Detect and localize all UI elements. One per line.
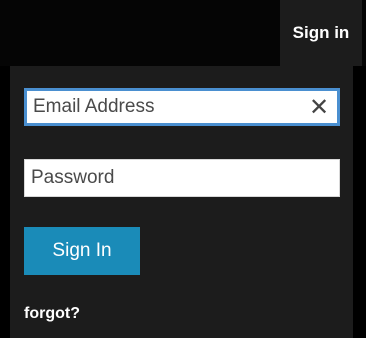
password-input[interactable] bbox=[25, 160, 339, 196]
forgot-password-link[interactable]: forgot? bbox=[24, 305, 80, 323]
close-icon[interactable]: ✕ bbox=[301, 91, 337, 123]
top-bar: Sign in bbox=[0, 0, 366, 66]
sign-in-toggle[interactable]: Sign in bbox=[280, 0, 362, 66]
sign-in-button[interactable]: Sign In bbox=[24, 227, 140, 275]
password-field-wrapper bbox=[24, 159, 340, 197]
sign-in-dropdown-panel: ✕ Sign In forgot? bbox=[10, 66, 353, 338]
email-input[interactable] bbox=[27, 91, 301, 123]
email-field-wrapper: ✕ bbox=[24, 88, 340, 126]
